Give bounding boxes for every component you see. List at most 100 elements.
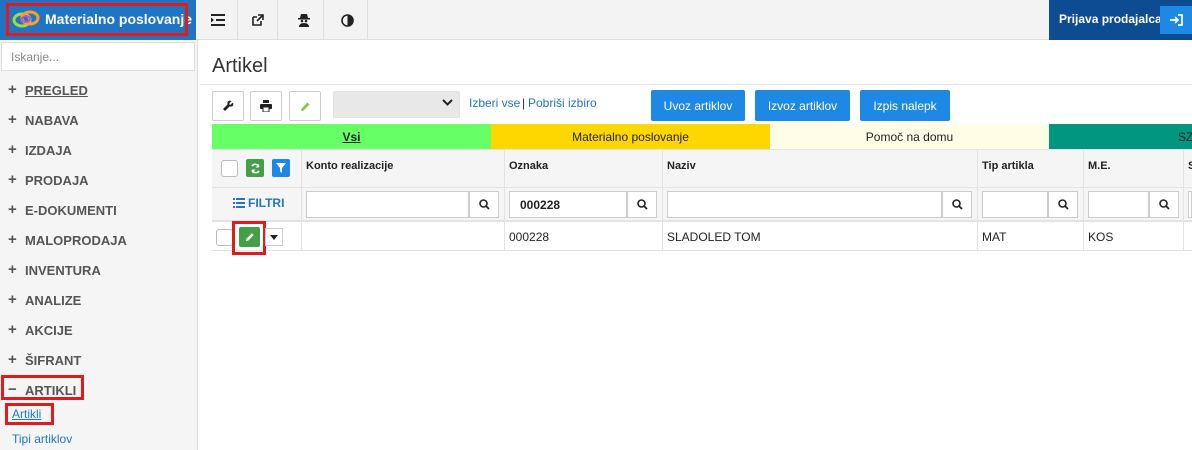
filter-search-konto[interactable] <box>469 191 499 218</box>
print-icon <box>260 100 272 112</box>
cell-naziv: SLADOLED TOM <box>667 230 761 244</box>
column-header-konto[interactable]: Konto realizacije <box>306 160 393 172</box>
column-divider <box>1183 149 1184 251</box>
tab-materialno-poslovanje[interactable]: Materialno poslovanje <box>491 124 770 149</box>
filter-search-oznaka[interactable] <box>627 191 657 218</box>
login-label: Prijava prodajalca <box>1059 12 1162 26</box>
tab-label: SZ <box>1178 129 1192 144</box>
filter-input-konto[interactable] <box>306 191 469 218</box>
plus-icon: + <box>8 111 17 128</box>
column-header-oznaka[interactable]: Oznaka <box>509 160 548 172</box>
column-header-me[interactable]: M.E. <box>1088 160 1111 172</box>
tab-pomoc-na-domu[interactable]: Pomoč na domu <box>770 124 1049 149</box>
plus-icon: + <box>8 141 17 158</box>
selection-dropdown[interactable] <box>333 91 460 118</box>
tab-label: Pomoč na domu <box>865 129 954 144</box>
search-icon <box>1057 199 1069 210</box>
search-icon <box>636 199 648 210</box>
plus-icon: + <box>8 201 17 218</box>
column-divider <box>662 149 663 251</box>
filter-button[interactable] <box>272 159 290 177</box>
column-header-s[interactable]: S <box>1188 160 1192 172</box>
import-articles-button[interactable]: Uvoz artiklov <box>651 90 745 121</box>
sidebar-item-label: E-DOKUMENTI <box>25 203 117 218</box>
list-icon <box>233 198 245 208</box>
user-secret-icon[interactable] <box>284 0 324 40</box>
highlight-box-subitem-artikli <box>5 403 54 425</box>
refresh-button[interactable] <box>246 159 264 177</box>
page-title: Artikel <box>212 55 268 77</box>
filters-toggle[interactable]: FILTRI <box>233 196 284 210</box>
filter-input-oznaka[interactable] <box>509 191 627 218</box>
refresh-icon <box>250 163 260 173</box>
filter-input-s[interactable] <box>1188 191 1192 218</box>
row-actions-dropdown[interactable] <box>265 228 283 246</box>
plus-icon: + <box>8 291 17 308</box>
list-indent-icon[interactable] <box>198 0 238 40</box>
filter-search-tip-artikla[interactable] <box>1048 191 1078 218</box>
login-seller-button[interactable]: Prijava prodajalca <box>1049 0 1192 40</box>
top-bar: Materialno poslovanje Prijava prodajalca <box>0 0 1192 40</box>
caret-down-icon <box>270 234 278 240</box>
column-divider <box>301 149 302 251</box>
pencil-icon <box>300 102 309 111</box>
filter-input-naziv[interactable] <box>667 191 942 218</box>
highlight-box-artikli <box>1 375 84 400</box>
search-icon <box>1158 199 1170 210</box>
column-header-naziv[interactable]: Naziv <box>667 160 696 172</box>
wrench-button[interactable] <box>212 91 244 121</box>
sidebar-item-pregled[interactable]: + PREGLED <box>0 75 196 105</box>
app-brand[interactable]: Materialno poslovanje <box>0 0 196 40</box>
external-link-icon[interactable] <box>238 0 278 40</box>
sidebar-item-akcije[interactable]: + AKCIJE <box>0 315 196 345</box>
sidebar-subitem-tipi-artiklov[interactable]: Tipi artiklov <box>12 432 72 446</box>
export-articles-button[interactable]: Izvoz artiklov <box>755 90 850 121</box>
search-icon <box>951 199 963 210</box>
column-divider <box>1083 149 1084 251</box>
plus-icon: + <box>8 321 17 338</box>
filter-input-tip-artikla[interactable] <box>982 191 1048 218</box>
sidebar-item-analize[interactable]: + ANALIZE <box>0 285 196 315</box>
tab-label: Materialno poslovanje <box>572 129 689 144</box>
sidebar-item-nabava[interactable]: + NABAVA <box>0 105 196 135</box>
sidebar-item-label: PREGLED <box>25 83 88 98</box>
print-button[interactable] <box>250 91 282 121</box>
plus-icon: + <box>8 81 17 98</box>
column-divider <box>977 149 978 251</box>
sidebar-item-label: INVENTURA <box>25 263 101 278</box>
filter-search-naziv[interactable] <box>942 191 972 218</box>
sidebar-search-input[interactable] <box>1 42 195 71</box>
plus-icon: + <box>8 351 17 368</box>
sidebar-item-izdaja[interactable]: + IZDAJA <box>0 135 196 165</box>
print-labels-button[interactable]: Izpis nalepk <box>860 90 950 121</box>
select-all-link[interactable]: Izberi vse <box>469 96 520 110</box>
clear-selection-link[interactable]: Pobriši izbiro <box>528 96 597 110</box>
tab-sz[interactable]: SZ <box>1049 124 1192 149</box>
filter-icon <box>276 163 286 173</box>
chevron-down-icon <box>442 97 453 109</box>
sidebar-item-sifrant[interactable]: + ŠIFRANT <box>0 345 196 375</box>
cell-tip-artikla: MAT <box>982 230 1007 244</box>
sidebar-item-label: IZDAJA <box>25 143 72 158</box>
highlight-box-edit-button <box>232 221 266 255</box>
sidebar-item-label: ANALIZE <box>25 293 82 308</box>
filter-input-me[interactable] <box>1088 191 1149 218</box>
sidebar-item-prodaja[interactable]: + PRODAJA <box>0 165 196 195</box>
sidebar-item-label: PRODAJA <box>25 173 89 188</box>
wrench-icon <box>223 100 234 111</box>
row-checkbox[interactable] <box>216 229 233 246</box>
contrast-icon[interactable] <box>328 0 368 40</box>
sign-in-icon <box>1160 6 1192 34</box>
column-header-tip-artikla[interactable]: Tip artikla <box>982 160 1034 172</box>
tab-vsi[interactable]: Vsi <box>212 124 491 149</box>
select-all-checkbox[interactable] <box>221 160 238 177</box>
sidebar-item-maloprodaja[interactable]: + MALOPRODAJA <box>0 225 196 255</box>
highlight-box-app-title <box>6 3 188 36</box>
sidebar-item-label: ŠIFRANT <box>25 353 82 368</box>
sidebar-item-inventura[interactable]: + INVENTURA <box>0 255 196 285</box>
sidebar-item-e-dokumenti[interactable]: + E-DOKUMENTI <box>0 195 196 225</box>
filter-search-me[interactable] <box>1149 191 1179 218</box>
cell-oznaka: 000228 <box>509 230 550 244</box>
edit-button-toolbar[interactable] <box>289 91 321 121</box>
sidebar-item-label: MALOPRODAJA <box>25 233 127 248</box>
